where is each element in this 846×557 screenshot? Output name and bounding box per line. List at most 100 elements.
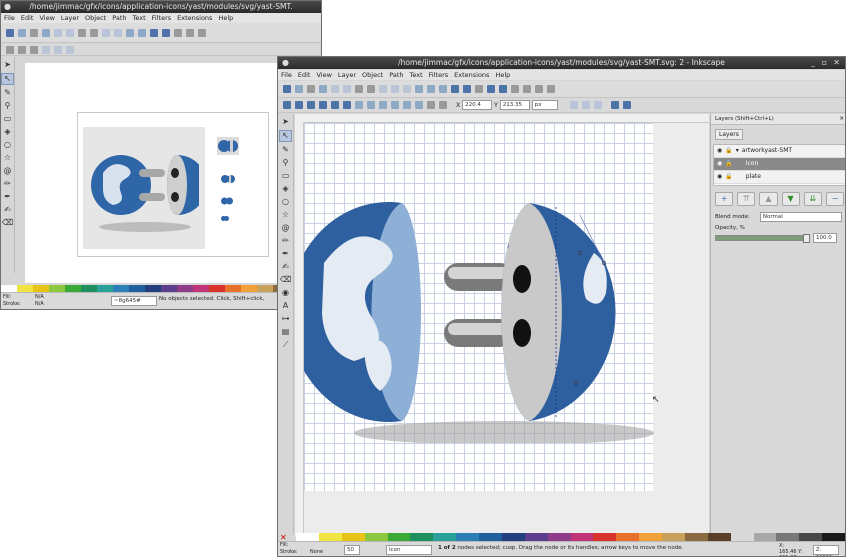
raise-top-icon[interactable]: ⇈: [737, 192, 756, 206]
blend-mode-select[interactable]: Normal: [759, 212, 842, 222]
menu-object[interactable]: Object: [85, 14, 106, 22]
zoom-page-icon[interactable]: [439, 85, 447, 93]
opacity-field[interactable]: 100.0: [813, 233, 837, 243]
node-tool-ctrl-icon-3[interactable]: [30, 45, 38, 54]
ungroup-icon[interactable]: [499, 85, 507, 93]
swatch[interactable]: [822, 533, 845, 541]
swatch[interactable]: [364, 533, 388, 541]
redo-icon[interactable]: [90, 28, 98, 37]
delete-node-icon[interactable]: [295, 101, 303, 109]
stroke-to-path-icon[interactable]: [439, 101, 447, 109]
minimize-icon[interactable]: _: [811, 57, 815, 69]
layer-selector-front[interactable]: Icon: [386, 545, 432, 555]
copy-icon[interactable]: [102, 28, 110, 37]
align-icon[interactable]: [547, 85, 555, 93]
show-outline-icon[interactable]: [581, 101, 590, 109]
node-tool-ctrl-icon-2[interactable]: [18, 45, 26, 54]
swatch[interactable]: [387, 533, 411, 541]
menu-file[interactable]: File: [281, 71, 292, 79]
break-path-icon[interactable]: [319, 101, 327, 109]
title-bar-front[interactable]: ● /home/jimmac/gfx/icons/application-ico…: [278, 57, 845, 69]
pencil-tool-icon[interactable]: ✏: [2, 179, 13, 189]
auto-smooth-icon[interactable]: [391, 101, 399, 109]
pen-tool-icon[interactable]: ✒: [2, 192, 13, 202]
object-to-path-icon[interactable]: [427, 101, 435, 109]
rect-tool-icon[interactable]: ▭: [2, 114, 13, 124]
menu-layer[interactable]: Layer: [338, 71, 356, 79]
print-icon[interactable]: [42, 28, 50, 37]
node-tool-icon[interactable]: ↖: [1, 73, 14, 85]
connector-tool-icon[interactable]: ⊶: [280, 314, 291, 324]
menu-text[interactable]: Text: [410, 71, 423, 79]
menu-view[interactable]: View: [39, 14, 54, 22]
unit-select[interactable]: px: [531, 100, 558, 110]
symmetric-node-icon[interactable]: [379, 101, 387, 109]
swatch[interactable]: [776, 533, 800, 541]
swatch[interactable]: [341, 533, 365, 541]
swatch[interactable]: [524, 533, 548, 541]
eraser-tool-icon[interactable]: ⌫: [280, 275, 291, 285]
save-icon[interactable]: [30, 28, 38, 37]
swatch[interactable]: [433, 533, 457, 541]
box3d-tool-icon[interactable]: ◈: [280, 184, 291, 194]
node-tool-ctrl-icon[interactable]: [6, 45, 14, 54]
layer-selector-back[interactable]: ~8g645#: [111, 296, 157, 306]
lock-icon[interactable]: 🔒: [725, 145, 732, 157]
node-tool-ctrl-icon-5[interactable]: [54, 45, 62, 54]
duplicate-icon[interactable]: [451, 85, 459, 93]
swatch[interactable]: [593, 533, 617, 541]
cut-icon[interactable]: [391, 85, 399, 93]
add-layer-icon[interactable]: +: [715, 192, 734, 206]
ellipse-tool-icon[interactable]: ○: [2, 140, 13, 150]
node-tool-ctrl-icon-6[interactable]: [66, 45, 74, 54]
menu-text[interactable]: Text: [133, 14, 146, 22]
swatch[interactable]: [296, 533, 319, 541]
canvas-front[interactable]: ↖: [304, 123, 709, 537]
smooth-node-icon[interactable]: [367, 101, 375, 109]
open-icon[interactable]: [18, 28, 26, 37]
xml-editor-icon[interactable]: [535, 85, 543, 93]
expand-icon[interactable]: ▾: [736, 145, 739, 157]
spiral-tool-icon[interactable]: @: [280, 223, 291, 233]
dropper-tool-icon[interactable]: ⟋: [280, 340, 291, 350]
text-font-icon[interactable]: [186, 28, 194, 37]
undo-icon[interactable]: [355, 85, 363, 93]
zoom-field[interactable]: Z: 1000%: [813, 545, 839, 556]
eye-icon[interactable]: ◉: [717, 171, 722, 183]
import-icon[interactable]: [54, 28, 62, 37]
swatch[interactable]: [753, 533, 777, 541]
lower-bottom-icon[interactable]: ⇊: [803, 192, 822, 206]
opacity-status-field[interactable]: 50: [344, 545, 360, 555]
box3d-tool-icon[interactable]: ◈: [2, 127, 13, 137]
star-tool-icon[interactable]: ☆: [280, 210, 291, 220]
join-nodes-icon[interactable]: [307, 101, 315, 109]
horizontal-ruler[interactable]: [295, 114, 709, 123]
swatch[interactable]: [456, 533, 479, 541]
zoom-drawing-icon[interactable]: [427, 85, 435, 93]
dock-close-icon[interactable]: ✕: [839, 114, 844, 124]
print-icon[interactable]: [319, 85, 327, 93]
swatch[interactable]: [616, 533, 640, 541]
lock-icon[interactable]: 🔒: [725, 158, 732, 170]
layer-row[interactable]: ◉ 🔒 plate: [714, 171, 845, 184]
open-icon[interactable]: [295, 85, 303, 93]
group-icon[interactable]: [162, 28, 170, 37]
maximize-icon[interactable]: ▫: [822, 57, 827, 69]
calligraphy-tool-icon[interactable]: ✍: [2, 205, 13, 215]
window-menu-icon[interactable]: ●: [4, 1, 11, 13]
lock-icon[interactable]: 🔒: [725, 171, 732, 183]
layer-row[interactable]: ◉ 🔒 ▾ artworkyast-SMT: [714, 145, 845, 158]
segment-curve-icon[interactable]: [415, 101, 423, 109]
menu-path[interactable]: Path: [389, 71, 403, 79]
show-path-outline-icon[interactable]: [622, 101, 631, 109]
paste-icon[interactable]: [114, 28, 122, 37]
y-coord-field[interactable]: 213.35: [499, 100, 530, 110]
copy-icon[interactable]: [379, 85, 387, 93]
close-icon[interactable]: ✕: [833, 57, 840, 69]
gradient-tool-icon[interactable]: ▤: [280, 327, 291, 337]
pen-tool-icon[interactable]: ✒: [280, 249, 291, 259]
menu-help[interactable]: Help: [218, 14, 233, 22]
menu-extensions[interactable]: Extensions: [177, 14, 212, 22]
paint-bucket-tool-icon[interactable]: ◉: [280, 288, 291, 298]
selector-tool-icon[interactable]: ➤: [280, 117, 291, 127]
